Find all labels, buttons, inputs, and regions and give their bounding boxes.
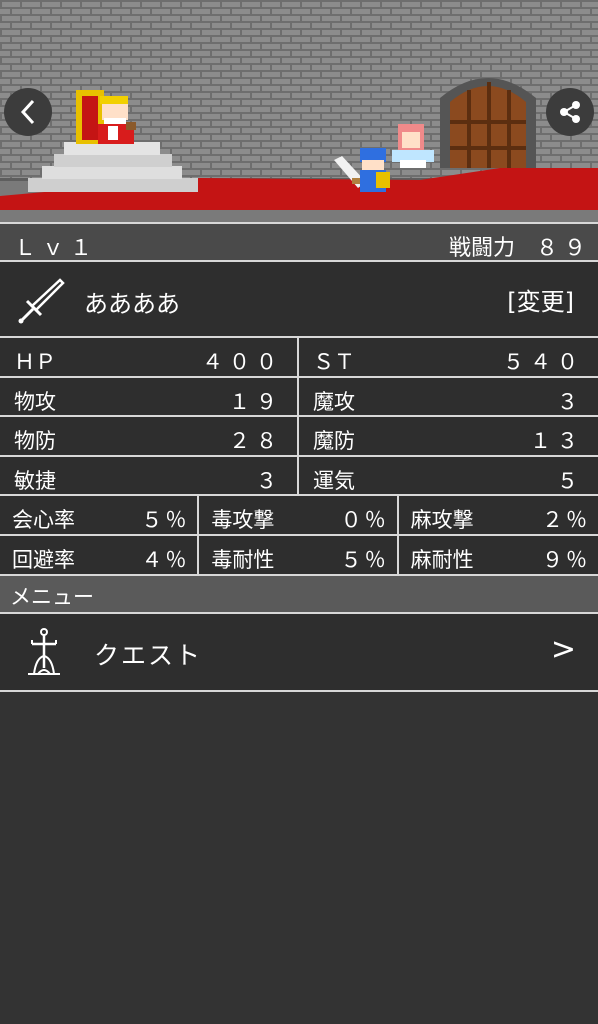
tower-icon xyxy=(28,628,60,675)
power-label: 戦闘力 xyxy=(448,236,515,261)
stat-label: ＨＰ xyxy=(14,350,56,374)
stat-value: ３ xyxy=(256,468,283,493)
share-icon xyxy=(560,101,580,123)
stat-value: ５４０ xyxy=(503,350,584,374)
menu-item-quest[interactable]: クエスト > xyxy=(0,614,598,692)
stat-label: 物防 xyxy=(14,429,56,453)
sub-stat-value: ５％ xyxy=(340,548,389,572)
stat-value: ４００ xyxy=(202,350,283,374)
stat-cell: 運気 ５ xyxy=(299,456,598,496)
castle-scene-art xyxy=(0,0,598,222)
stat-value: ５ xyxy=(557,468,584,493)
stat-value: ３ xyxy=(557,389,584,414)
sub-stat-label: 麻耐性 xyxy=(410,548,474,572)
menu-item-label: クエスト xyxy=(94,641,203,670)
sub-stat-cell: 会心率 ５％ xyxy=(0,496,200,536)
stat-label: 物攻 xyxy=(14,389,56,414)
chevron-right-icon: > xyxy=(550,632,576,667)
level-text: Ｌｖ１ xyxy=(14,236,99,261)
sub-stat-cell: 麻耐性 ９％ xyxy=(398,536,598,576)
power-value: ８９ xyxy=(535,236,592,261)
stat-cell: ＳＴ ５４０ xyxy=(299,338,598,378)
stat-cell: 物攻 １９ xyxy=(0,377,299,417)
sub-stat-value: ４％ xyxy=(141,548,190,572)
weapon-name: ああああ xyxy=(84,290,180,318)
sword-icon xyxy=(18,278,65,324)
stat-cell: 物防 ２８ xyxy=(0,417,299,457)
stat-cell: 敏捷 ３ xyxy=(0,456,299,496)
change-weapon-button[interactable]: [変更] xyxy=(507,282,574,317)
sub-stat-cell: 麻攻撃 ２％ xyxy=(398,496,598,536)
stat-label: 魔攻 xyxy=(313,389,355,414)
castle-door xyxy=(440,78,536,168)
stat-label: 運気 xyxy=(313,468,355,493)
sub-stat-value: ９％ xyxy=(541,548,590,572)
sub-stat-label: 会心率 xyxy=(12,508,75,532)
stat-label: ＳＴ xyxy=(313,350,355,374)
stat-cell: 魔攻 ３ xyxy=(299,377,598,417)
stat-value: １３ xyxy=(530,429,584,453)
stat-cell: ＨＰ ４００ xyxy=(0,338,299,378)
sub-stat-label: 毒耐性 xyxy=(211,548,275,572)
stat-cell: 魔防 １３ xyxy=(299,417,598,457)
sub-stat-label: 回避率 xyxy=(12,548,75,572)
stat-label: 魔防 xyxy=(313,429,355,453)
sub-stat-value: ５％ xyxy=(141,508,190,532)
sub-stat-cell: 毒攻撃 ０％ xyxy=(199,496,399,536)
sub-stat-value: ０％ xyxy=(340,508,389,532)
share-button[interactable] xyxy=(546,88,594,136)
sub-stat-cell: 毒耐性 ５％ xyxy=(199,536,399,576)
sub-stat-cell: 回避率 ４％ xyxy=(0,536,200,576)
chevron-left-icon xyxy=(20,99,35,125)
weapon-row[interactable]: ああああ [変更] xyxy=(0,262,598,338)
castle-scene xyxy=(0,0,598,222)
sub-stat-value: ２％ xyxy=(541,508,590,532)
menu-title: メニュー xyxy=(10,585,94,609)
stat-value: ２８ xyxy=(229,429,283,453)
stat-value: １９ xyxy=(229,389,283,414)
power-display: 戦闘力 ８９ xyxy=(449,230,592,262)
back-button[interactable] xyxy=(4,88,52,136)
sub-stat-label: 毒攻撃 xyxy=(211,508,275,532)
sub-stat-label: 麻攻撃 xyxy=(410,508,474,532)
level-bar: Ｌｖ１ 戦闘力 ８９ xyxy=(0,222,598,262)
stat-label: 敏捷 xyxy=(14,468,56,493)
menu-header: メニュー xyxy=(0,576,598,614)
